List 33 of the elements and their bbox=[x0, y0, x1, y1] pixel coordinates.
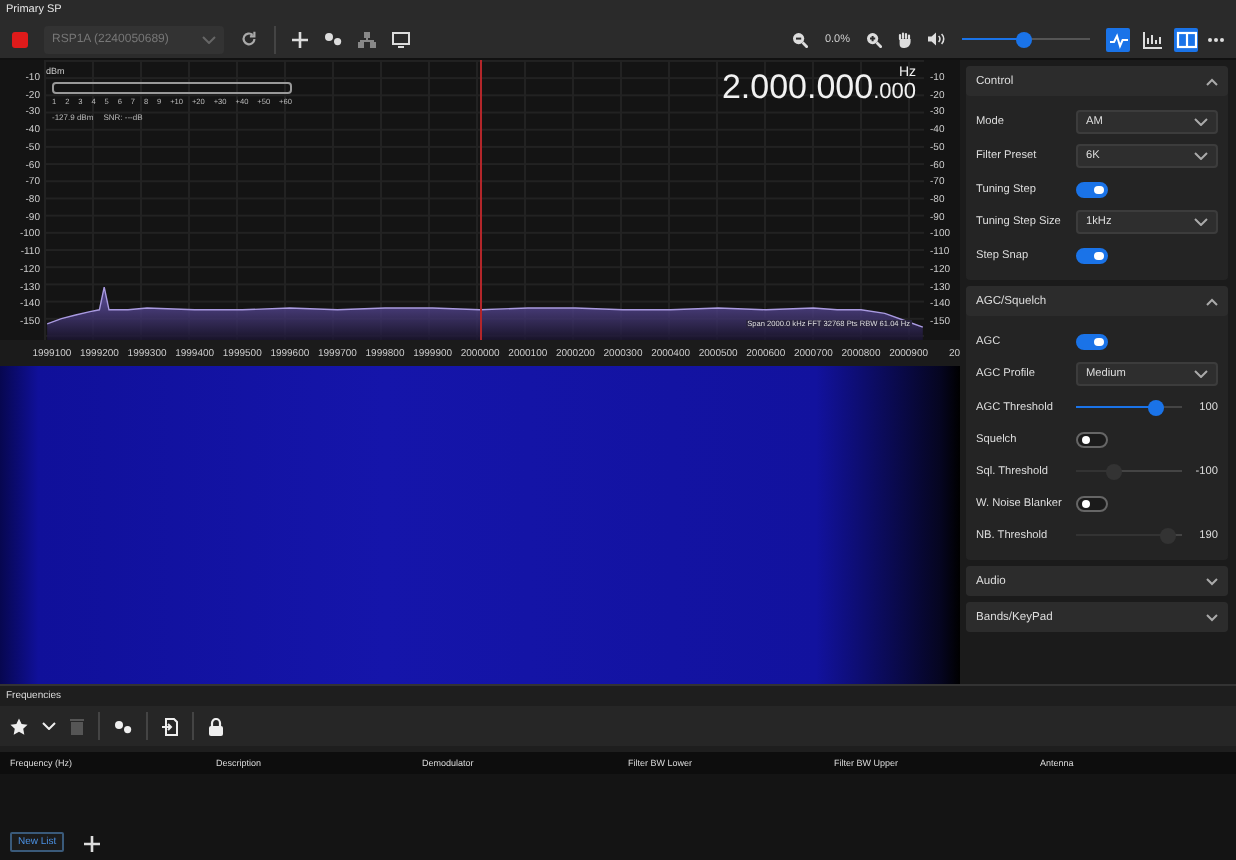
chevron-down-icon bbox=[1206, 577, 1218, 585]
monitor-icon[interactable] bbox=[392, 31, 410, 47]
zoom-in-icon[interactable] bbox=[866, 31, 882, 47]
toggle-switch[interactable] bbox=[1076, 431, 1108, 447]
add-icon[interactable] bbox=[84, 836, 101, 852]
split-view-button[interactable] bbox=[1174, 27, 1198, 51]
import-icon[interactable] bbox=[162, 717, 178, 735]
caret-icon[interactable] bbox=[1194, 152, 1208, 160]
chart-view-button[interactable] bbox=[1140, 27, 1164, 51]
caret-icon[interactable] bbox=[1194, 370, 1208, 378]
speaker-icon[interactable] bbox=[928, 32, 946, 46]
network-icon[interactable] bbox=[358, 31, 376, 47]
zoom-out-icon[interactable] bbox=[792, 31, 809, 47]
chevron-up-icon bbox=[1206, 297, 1218, 305]
star-icon[interactable] bbox=[10, 717, 28, 735]
toggle-switch[interactable] bbox=[1076, 247, 1108, 263]
lock-icon[interactable] bbox=[208, 717, 224, 735]
slider-thumb[interactable] bbox=[1147, 399, 1164, 415]
volume-slider[interactable] bbox=[962, 31, 1090, 47]
toggle-switch[interactable] bbox=[1076, 181, 1108, 197]
record-icon[interactable] bbox=[12, 31, 28, 47]
slider[interactable] bbox=[1076, 399, 1182, 415]
toggle-switch[interactable] bbox=[1076, 495, 1108, 511]
toggle-switch[interactable] bbox=[1076, 333, 1108, 349]
add-icon[interactable] bbox=[292, 31, 308, 47]
caret-icon[interactable] bbox=[1194, 218, 1208, 226]
spectrum-view-button[interactable] bbox=[1106, 27, 1130, 51]
volume-thumb[interactable] bbox=[1015, 31, 1032, 47]
chevron-up-icon bbox=[1206, 77, 1218, 85]
hand-icon[interactable] bbox=[898, 31, 912, 47]
caret-icon[interactable] bbox=[1194, 118, 1208, 126]
refresh-icon[interactable] bbox=[240, 30, 258, 48]
chevron-down-icon bbox=[1206, 613, 1218, 621]
